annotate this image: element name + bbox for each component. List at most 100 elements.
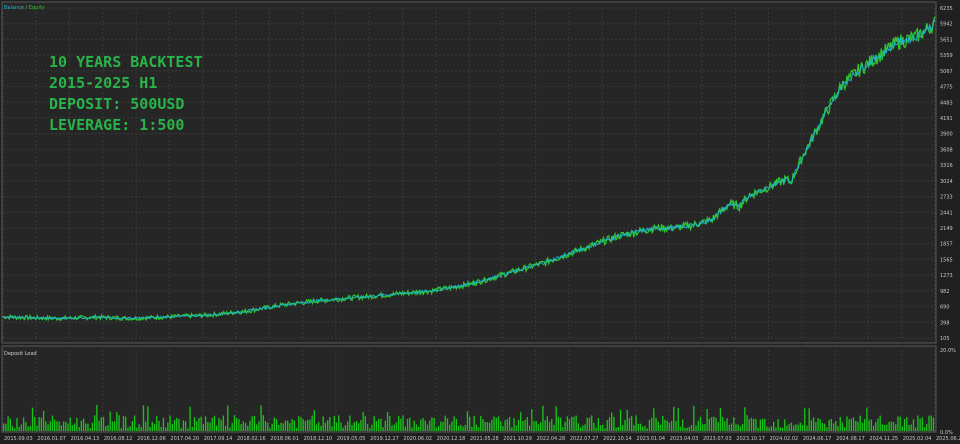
deposit-load-bar <box>826 427 828 431</box>
deposit-load-bar <box>544 420 546 431</box>
deposit-load-bar <box>639 423 642 431</box>
deposit-load-bar <box>624 419 626 431</box>
deposit-load-bar <box>821 423 824 431</box>
deposit-load-bar <box>231 423 233 431</box>
deposit-load-bar <box>91 422 94 431</box>
deposit-load-bar <box>371 424 373 431</box>
deposit-load-bar <box>710 417 713 431</box>
deposit-load-bar <box>429 420 431 431</box>
deposit-load-bar <box>706 409 708 431</box>
legend-balance: Balance <box>4 5 24 11</box>
y-tick-label: 1565 <box>940 257 953 263</box>
deposit-load-bar <box>759 419 762 431</box>
deposit-load-bar <box>87 423 89 431</box>
deposit-load-bar <box>147 406 149 431</box>
deposit-load-bar <box>451 421 453 431</box>
deposit-load-bar <box>47 424 49 431</box>
deposit-load-bar <box>642 426 644 431</box>
deposit-load-bar <box>145 421 147 431</box>
deposit-load-bar <box>653 408 655 431</box>
deposit-load-bar <box>753 418 755 431</box>
deposit-load-bar <box>881 424 884 431</box>
deposit-load-bar <box>744 407 746 431</box>
deposit-load-bar <box>289 423 291 431</box>
deposit-load-bar <box>595 427 597 431</box>
deposit-load-bar <box>837 426 839 431</box>
deposit-load-bar <box>832 423 835 431</box>
deposit-load-bar <box>413 420 415 431</box>
x-tick-label: 2020.12.18 <box>437 436 466 442</box>
deposit-load-bar <box>453 416 455 431</box>
deposit-load-bar <box>497 416 500 431</box>
deposit-load-bar <box>559 417 562 431</box>
deposit-load-bar <box>96 405 98 431</box>
deposit-load-bar <box>160 426 162 431</box>
deposit-load-bar <box>695 425 697 431</box>
deposit-load-bar <box>395 422 398 431</box>
deposit-load-bar <box>568 419 571 431</box>
deposit-load-bar <box>380 418 382 431</box>
annotation-line-3: DEPOSIT: 500USD <box>49 95 184 113</box>
deposit-load-bar <box>302 419 304 431</box>
deposit-load-bar <box>682 419 684 431</box>
deposit-load-bar <box>724 421 726 431</box>
deposit-load-bar <box>446 418 449 431</box>
deposit-load-bar <box>548 421 551 431</box>
deposit-load-bar <box>806 425 808 431</box>
deposit-load-bar <box>593 422 595 431</box>
deposit-load-bar <box>852 417 855 431</box>
deposit-load-bar <box>125 416 127 431</box>
deposit-load-bar <box>65 421 67 431</box>
deposit-load-bar <box>20 424 23 431</box>
deposit-load-bar <box>764 418 766 431</box>
x-tick-label: 2023.01.04 <box>636 436 665 442</box>
deposit-load-bar <box>18 426 20 431</box>
deposit-load-bar <box>431 417 433 431</box>
deposit-load-bar <box>775 427 777 431</box>
deposit-load-bar <box>655 417 657 431</box>
deposit-load-bar <box>320 425 322 431</box>
deposit-load-bar <box>389 415 391 431</box>
deposit-load-bar <box>167 422 169 431</box>
deposit-load-bar <box>491 419 493 431</box>
deposit-load-bar <box>466 411 469 431</box>
deposit-load-bar <box>187 428 189 431</box>
deposit-load-bar <box>469 416 471 431</box>
deposit-load-bar <box>462 426 464 431</box>
deposit-load-bar <box>342 427 344 431</box>
deposit-load-bar <box>382 427 384 431</box>
deposit-load-bar <box>11 425 14 431</box>
deposit-load-bar <box>508 416 511 431</box>
x-tick-label: 2025.02.04 <box>903 436 932 442</box>
deposit-load-bar <box>42 410 45 431</box>
y-tick-label: 3316 <box>940 163 953 169</box>
deposit-load-bar <box>790 422 793 431</box>
deposit-load-bar <box>218 418 220 431</box>
deposit-load-bar <box>100 417 102 431</box>
deposit-load-bar <box>648 419 651 431</box>
deposit-load-bar <box>830 418 833 431</box>
deposit-load-bar <box>27 426 29 431</box>
deposit-load-bar <box>675 421 677 431</box>
deposit-load-bar <box>868 420 870 431</box>
y-tick-label: 982 <box>940 289 950 295</box>
y-tick-label: 1857 <box>940 242 953 248</box>
deposit-load-bar <box>471 426 473 431</box>
deposit-load-bar <box>116 412 118 431</box>
deposit-load-bar <box>384 420 387 431</box>
x-tick-label: 2016.04.13 <box>71 436 100 442</box>
x-tick-label: 2023.07.03 <box>703 436 732 442</box>
deposit-load-bar <box>677 407 679 431</box>
deposit-load-bar <box>699 416 702 431</box>
deposit-load-bar <box>346 421 349 431</box>
deposit-load-bar <box>105 426 107 431</box>
deposit-load-bar <box>504 420 506 431</box>
deposit-load-bar <box>728 424 730 431</box>
deposit-load-bar <box>224 425 227 431</box>
deposit-load-bar <box>322 416 324 431</box>
x-tick-label: 2019.05.05 <box>337 436 366 442</box>
deposit-load-bar <box>293 420 296 431</box>
annotation-line-2: 2015-2025 H1 <box>49 74 157 92</box>
y-tick-label: 2733 <box>940 195 953 201</box>
deposit-load-bar <box>275 418 278 431</box>
